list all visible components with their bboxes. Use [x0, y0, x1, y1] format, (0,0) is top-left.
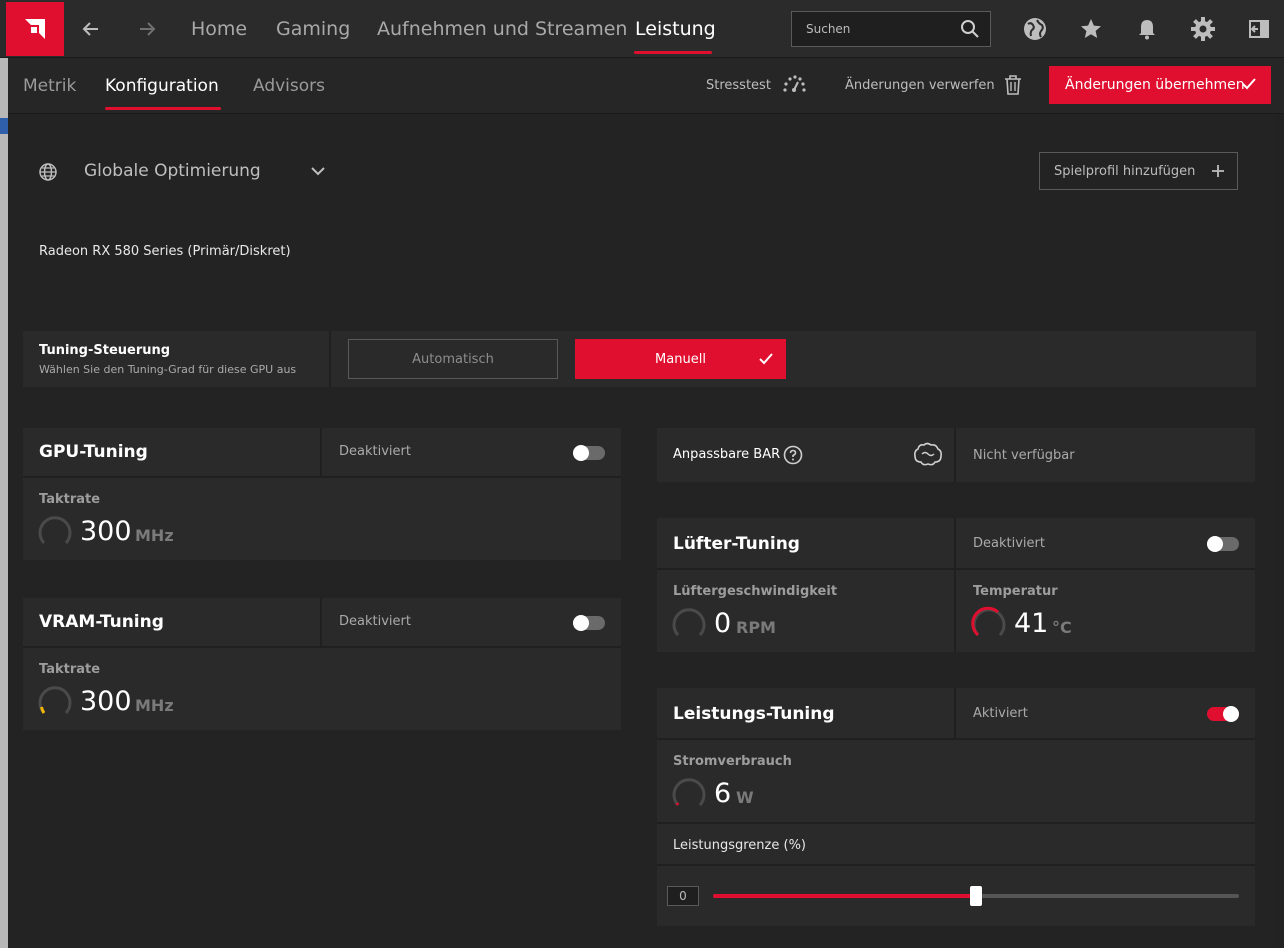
subtab-metrics[interactable]: Metrik	[23, 76, 76, 96]
add-game-profile-button[interactable]: Spielprofil hinzufügen	[1039, 152, 1238, 190]
add-game-profile-label: Spielprofil hinzufügen	[1054, 163, 1196, 179]
help-question-icon[interactable]	[783, 445, 803, 465]
favorites-star-icon[interactable]	[1077, 15, 1105, 43]
active-tab-indicator	[634, 51, 712, 54]
gpu-clock-unit: MHz	[135, 526, 174, 545]
power-limit-slider-thumb[interactable]	[970, 886, 982, 906]
tab-home[interactable]: Home	[191, 18, 247, 40]
manual-label: Manuell	[655, 351, 706, 367]
automatic-label: Automatisch	[412, 351, 494, 367]
power-tuning-card: Leistungs-Tuning Aktiviert Stromverbrauc…	[657, 688, 1255, 926]
vram-tuning-card: VRAM-Tuning Deaktiviert Taktrate 300 MHz	[23, 598, 621, 730]
tuning-control-subtitle: Wählen Sie den Tuning-Grad für diese GPU…	[39, 363, 297, 376]
gpu-clock-label: Taktrate	[39, 492, 101, 507]
resizable-bar-card: Anpassbare BAR Nicht verfügbar	[657, 428, 1255, 482]
vram-clock-label: Taktrate	[39, 662, 101, 677]
fan-tuning-card: Lüfter-Tuning Deaktiviert Lüftergeschwin…	[657, 518, 1255, 652]
tab-gaming[interactable]: Gaming	[276, 18, 350, 40]
subtab-advisors[interactable]: Advisors	[253, 76, 325, 96]
amd-software-window: Home Gaming Aufnehmen und Streamen Leist…	[0, 0, 1284, 948]
globe-icon[interactable]	[1021, 15, 1049, 43]
fan-tuning-status: Deaktiviert	[973, 536, 1045, 551]
vram-clock-unit: MHz	[135, 696, 174, 715]
power-tuning-title: Leistungs-Tuning	[673, 704, 835, 724]
automatic-tuning-button[interactable]: Automatisch	[348, 339, 558, 379]
notifications-bell-icon[interactable]	[1133, 15, 1161, 43]
gpu-clock-value: 300	[80, 516, 132, 547]
power-draw-label: Stromverbrauch	[673, 754, 792, 769]
tuning-control-panel: Tuning-Steuerung Wählen Sie den Tuning-G…	[23, 331, 1256, 387]
speedometer-icon[interactable]	[782, 74, 806, 94]
power-tuning-status: Aktiviert	[973, 706, 1028, 721]
fan-speed-unit: RPM	[736, 618, 776, 637]
gpu-tuning-status: Deaktiviert	[339, 444, 411, 459]
manual-tuning-button[interactable]: Manuell	[575, 339, 786, 379]
temperature-value: 41	[1014, 608, 1049, 639]
settings-gear-icon[interactable]	[1189, 15, 1217, 43]
vram-tuning-toggle[interactable]	[573, 615, 605, 631]
tuning-control-title: Tuning-Steuerung	[39, 343, 171, 358]
search-box[interactable]	[791, 11, 991, 47]
profile-selector[interactable]: Globale Optimierung	[84, 161, 261, 181]
tab-recording-streaming[interactable]: Aufnehmen und Streamen	[377, 18, 627, 40]
fan-speed-value: 0	[714, 608, 732, 639]
gpu-tuning-card: GPU-Tuning Deaktiviert Taktrate 300 MHz	[23, 428, 621, 560]
main-content: Globale Optimierung Spielprofil hinzufüg…	[8, 114, 1276, 948]
tab-performance[interactable]: Leistung	[635, 18, 716, 40]
amd-logo-icon[interactable]	[6, 2, 64, 56]
subtab-configuration[interactable]: Konfiguration	[105, 76, 219, 96]
checkmark-icon	[1242, 78, 1256, 90]
fan-tuning-toggle[interactable]	[1207, 536, 1239, 552]
temperature-unit: °C	[1052, 618, 1072, 637]
plus-icon	[1212, 165, 1224, 177]
gpu-name-label: Radeon RX 580 Series (Primär/Diskret)	[39, 244, 291, 259]
vram-tuning-title: VRAM-Tuning	[39, 612, 164, 632]
search-input[interactable]	[792, 12, 952, 46]
discard-changes-button[interactable]: Änderungen verwerfen	[845, 78, 995, 93]
gpu-tuning-toggle[interactable]	[573, 445, 605, 461]
stresstest-label[interactable]: Stresstest	[706, 78, 771, 93]
power-limit-input[interactable]: 0	[667, 886, 699, 906]
gpu-tuning-title: GPU-Tuning	[39, 442, 148, 462]
background-window-edge	[0, 58, 8, 948]
forward-arrow-icon[interactable]	[132, 14, 162, 44]
globe-icon	[39, 163, 57, 181]
power-draw-unit: W	[736, 788, 754, 807]
fan-tuning-title: Lüfter-Tuning	[673, 534, 800, 554]
trash-icon[interactable]	[1004, 75, 1022, 95]
temperature-label: Temperatur	[973, 584, 1058, 599]
top-nav-bar: Home Gaming Aufnehmen und Streamen Leist…	[0, 0, 1284, 58]
collapse-panel-icon[interactable]	[1245, 15, 1273, 43]
search-icon[interactable]	[960, 19, 980, 39]
resizable-bar-status: Nicht verfügbar	[973, 448, 1075, 463]
chevron-down-icon[interactable]	[310, 165, 326, 177]
resizable-bar-label: Anpassbare BAR	[673, 447, 781, 462]
checkmark-icon	[759, 353, 773, 365]
apply-changes-button[interactable]: Änderungen übernehmen	[1049, 66, 1271, 104]
sub-nav-bar: Metrik Konfiguration Advisors Stresstest…	[8, 58, 1284, 114]
gpu-clock-gauge	[38, 516, 72, 545]
tuning-control-header: Tuning-Steuerung Wählen Sie den Tuning-G…	[23, 331, 331, 387]
vram-clock-value: 300	[80, 686, 132, 717]
power-draw-value: 6	[714, 778, 732, 809]
vram-clock-gauge	[38, 686, 72, 715]
vram-tuning-status: Deaktiviert	[339, 614, 411, 629]
power-draw-gauge	[672, 778, 706, 807]
fan-speed-label: Lüftergeschwindigkeit	[673, 584, 838, 599]
brain-icon	[914, 442, 942, 466]
power-tuning-toggle[interactable]	[1207, 706, 1239, 722]
power-limit-label: Leistungsgrenze (%)	[673, 838, 806, 853]
apply-changes-label: Änderungen übernehmen	[1065, 77, 1245, 93]
temperature-gauge	[971, 606, 1006, 637]
back-arrow-icon[interactable]	[76, 14, 106, 44]
active-subtab-indicator	[105, 107, 221, 110]
fan-speed-gauge	[672, 608, 706, 637]
power-limit-slider-fill	[713, 894, 976, 898]
